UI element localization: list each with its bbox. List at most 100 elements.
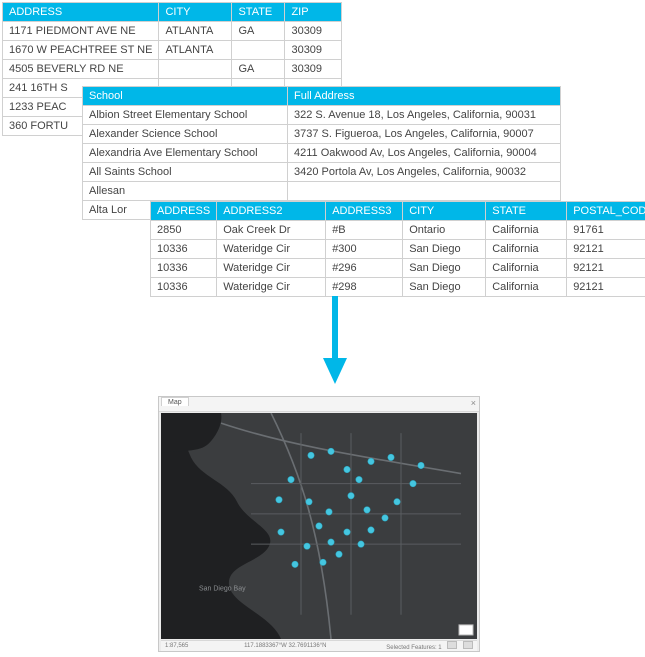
cell: 92121 [567,278,645,297]
cell: Wateridge Cir [217,240,326,259]
cell: 92121 [567,259,645,278]
table-row: Allesan [83,182,561,201]
status-chip-icon [447,641,457,649]
cell: 30309 [285,60,342,79]
cell: 30309 [285,22,342,41]
table-row: 10336Wateridge Cir#300San DiegoCaliforni… [151,240,645,259]
cell: Alexandria Ave Elementary School [83,144,288,163]
cell: 92121 [567,240,645,259]
map-point[interactable] [364,507,370,513]
cell: 10336 [151,278,217,297]
bay-label: San Diego Bay [199,586,246,593]
col-zip: ZIP [285,3,342,22]
cell: ATLANTA [159,41,232,60]
map-point[interactable] [344,466,350,472]
cell: 2850 [151,221,217,240]
cell: California [486,259,567,278]
status-chip-icon [463,641,473,649]
map-point[interactable] [336,551,342,557]
map-point[interactable] [358,541,364,547]
cell: All Saints School [83,163,288,182]
table-row: 10336Wateridge Cir#298San DiegoCaliforni… [151,278,645,297]
table-row: Alexandria Ave Elementary School4211 Oak… [83,144,561,163]
map-point[interactable] [276,497,282,503]
status-selected: Selected Features: 1 [386,645,441,651]
map-point[interactable] [308,452,314,458]
map-point[interactable] [292,561,298,567]
cell: #B [326,221,403,240]
cell: Albion Street Elementary School [83,106,288,125]
table-row: 1670 W PEACHTREE ST NEATLANTA30309 [3,41,342,60]
map-point[interactable] [388,454,394,460]
cell: #298 [326,278,403,297]
cell: Ontario [403,221,486,240]
col-address3-3: ADDRESS3 [326,202,403,221]
col-school: School [83,87,288,106]
status-scale: 1:87,565 [165,643,188,649]
col-full-address: Full Address [288,87,561,106]
cell [232,41,285,60]
cell: 10336 [151,240,217,259]
cell: GA [232,60,285,79]
map-point[interactable] [316,523,322,529]
map-point[interactable] [278,529,284,535]
table-row: 1171 PIEDMONT AVE NEATLANTAGA30309 [3,22,342,41]
cell: #300 [326,240,403,259]
cell: 4211 Oakwood Av, Los Angeles, California… [288,144,561,163]
map-status-bar: 1:87,565 117.1883367°W 32.7691136°N Sele… [161,640,477,651]
map-point[interactable] [320,559,326,565]
cell: Wateridge Cir [217,278,326,297]
map-view[interactable]: San Diego Bay [161,413,477,639]
map-point[interactable] [394,499,400,505]
table-row: 2850Oak Creek Dr#BOntarioCalifornia91761 [151,221,645,240]
map-point[interactable] [368,527,374,533]
cell: San Diego [403,278,486,297]
cell: Alexander Science School [83,125,288,144]
col-address3-5: STATE [486,202,567,221]
address-table-3: ADDRESS ADDRESS2 ADDRESS3 CITY STATE POS… [150,201,645,297]
cell: San Diego [403,240,486,259]
table3-body: 2850Oak Creek Dr#BOntarioCalifornia91761… [151,221,645,297]
table-row: 4505 BEVERLY RD NE GA30309 [3,60,342,79]
map-point[interactable] [328,539,334,545]
map-point[interactable] [288,476,294,482]
table-row: Albion Street Elementary School322 S. Av… [83,106,561,125]
cell: 3737 S. Figueroa, Los Angeles, Californi… [288,125,561,144]
map-point[interactable] [306,499,312,505]
map-point[interactable] [368,458,374,464]
map-panel: Map × San Diego Bay 1:87,565 [158,396,480,652]
map-point[interactable] [418,462,424,468]
cell [288,182,561,201]
cell: Oak Creek Dr [217,221,326,240]
map-point[interactable] [348,493,354,499]
col-city: CITY [159,3,232,22]
cell: California [486,221,567,240]
cell: California [486,240,567,259]
map-point[interactable] [304,543,310,549]
col-state: STATE [232,3,285,22]
map-point[interactable] [326,509,332,515]
map-point[interactable] [382,515,388,521]
col-address: ADDRESS [3,3,159,22]
col-address3-4: CITY [403,202,486,221]
cell: Wateridge Cir [217,259,326,278]
cell: 1171 PIEDMONT AVE NE [3,22,159,41]
cell: 91761 [567,221,645,240]
cell: 30309 [285,41,342,60]
cell: ATLANTA [159,22,232,41]
map-point[interactable] [356,476,362,482]
status-coords: 117.1883367°W 32.7691136°N [244,643,326,649]
map-tab[interactable]: Map [161,397,189,406]
col-address3-1: ADDRESS [151,202,217,221]
cell: 10336 [151,259,217,278]
map-point[interactable] [410,480,416,486]
cell [159,60,232,79]
cell: 322 S. Avenue 18, Los Angeles, Californi… [288,106,561,125]
cell: #296 [326,259,403,278]
map-toolbar: Map × [159,397,479,412]
map-point[interactable] [344,529,350,535]
close-icon[interactable]: × [471,398,476,408]
cell: 4505 BEVERLY RD NE [3,60,159,79]
map-point[interactable] [328,448,334,454]
arrow-down-icon [320,296,350,386]
